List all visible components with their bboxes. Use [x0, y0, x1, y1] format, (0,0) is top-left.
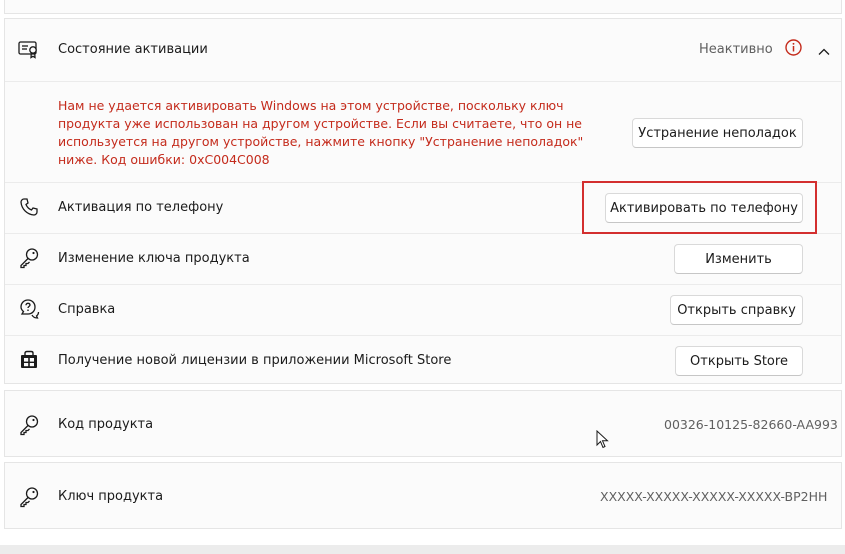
option-label-store: Получение новой лицензии в приложении Mi…: [58, 353, 452, 368]
previous-card: [4, 0, 842, 14]
open-store-button[interactable]: Открыть Store: [675, 346, 803, 376]
activation-status: Неактивно: [699, 42, 773, 57]
bottom-edge: [0, 545, 845, 554]
option-row-help: Справка Открыть справку: [5, 285, 841, 335]
phone-icon: [17, 195, 41, 219]
product-key-value: XXXXX-XXXXX-XXXXX-XXXXX-BP2HH: [600, 489, 828, 504]
product-key-label: Ключ продукта: [58, 489, 164, 504]
activation-header[interactable]: Состояние активации Неактивно: [5, 19, 841, 81]
option-label-phone: Активация по телефону: [58, 200, 224, 215]
troubleshoot-button[interactable]: Устранение неполадок: [632, 118, 803, 148]
product-id-label: Код продукта: [58, 417, 154, 432]
open-help-button[interactable]: Открыть справку: [670, 295, 803, 325]
option-label-change-key: Изменение ключа продукта: [58, 251, 250, 266]
option-row-change-key: Изменение ключа продукта Изменить: [5, 234, 841, 284]
change-key-button[interactable]: Изменить: [674, 244, 803, 274]
product-key-card: Ключ продукта XXXXX-XXXXX-XXXXX-XXXXX-BP…: [4, 462, 842, 529]
activation-error-row: Нам не удается активировать Windows на э…: [5, 82, 841, 182]
product-id-value: 00326-10125-82660-AA993: [664, 417, 838, 432]
activation-error-message: Нам не удается активировать Windows на э…: [58, 98, 584, 167]
key-icon: [17, 246, 41, 270]
key-icon: [17, 413, 41, 437]
settings-page: Состояние активации Неактивно Нам не уда…: [0, 0, 845, 554]
info-warning-icon: [785, 39, 802, 56]
option-label-help: Справка: [58, 302, 116, 317]
annotation-highlight-box: [582, 181, 817, 234]
store-icon: [17, 348, 41, 372]
chevron-up-icon[interactable]: [817, 42, 831, 55]
help-chat-icon: [17, 297, 41, 321]
option-row-store: Получение новой лицензии в приложении Mi…: [5, 336, 841, 385]
key-icon: [17, 485, 41, 509]
activation-title: Состояние активации: [58, 42, 208, 57]
product-id-card: Код продукта 00326-10125-82660-AA993: [4, 390, 842, 457]
mouse-cursor-icon: [596, 429, 610, 450]
activation-certificate-icon: [17, 38, 41, 62]
